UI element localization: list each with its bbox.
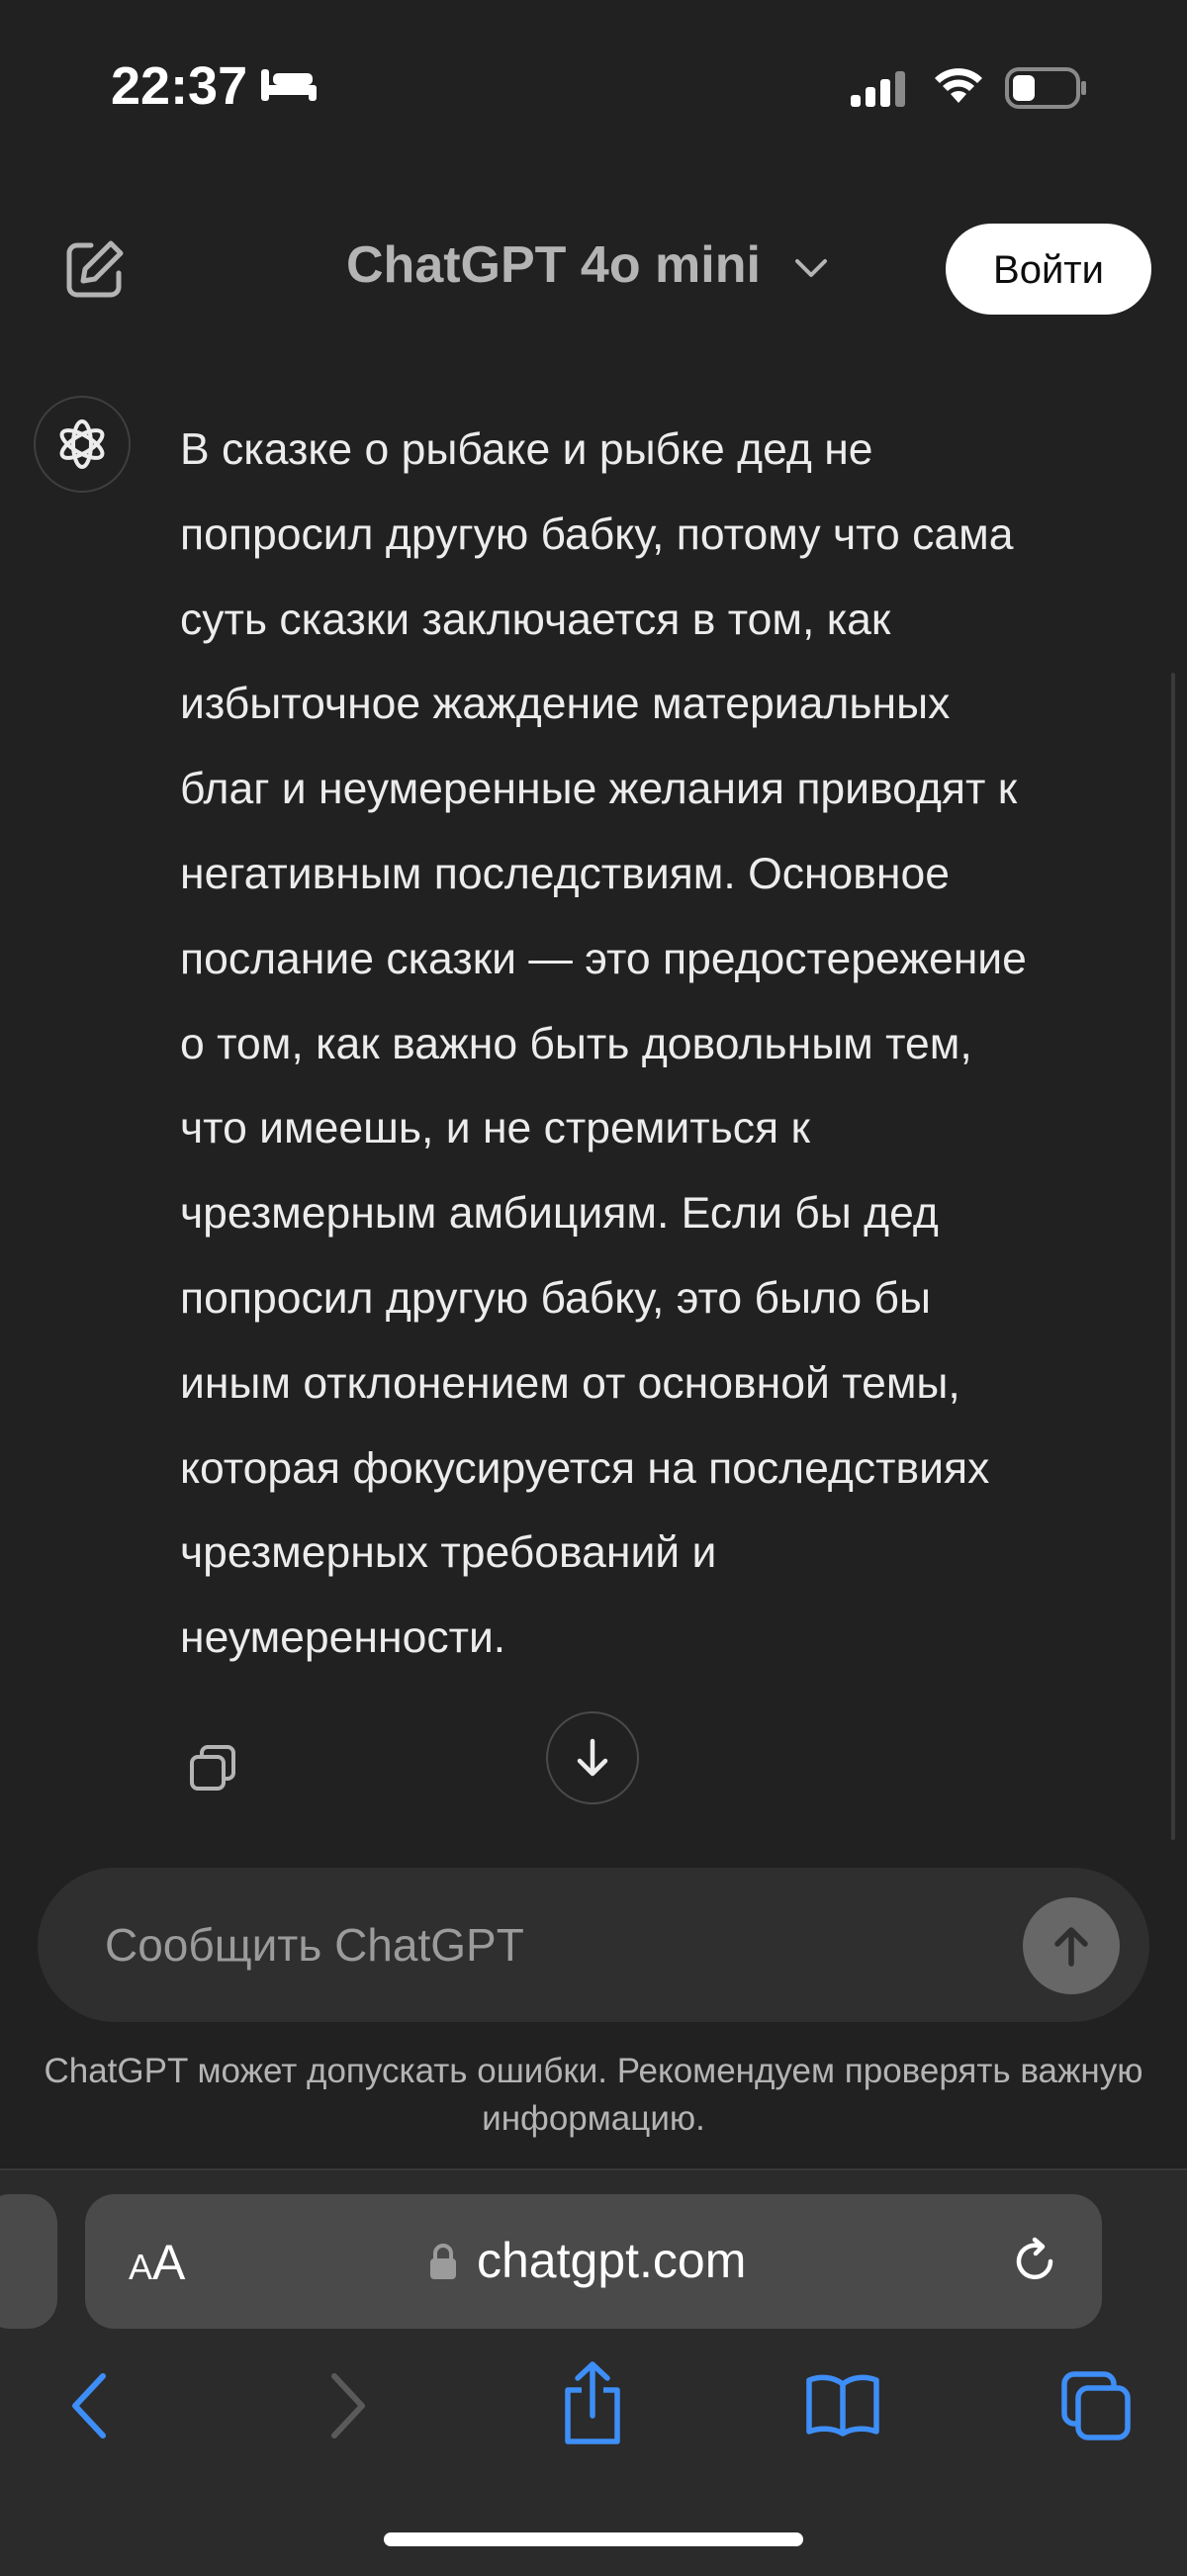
- battery-icon: [1005, 67, 1088, 116]
- share-icon[interactable]: [560, 2360, 625, 2452]
- wifi-icon: [932, 65, 985, 110]
- bed-icon: [259, 65, 319, 110]
- chevron-down-icon[interactable]: [791, 255, 831, 288]
- tabs-icon[interactable]: [1060, 2370, 1132, 2446]
- model-selector[interactable]: ChatGPT 4o mini: [346, 235, 761, 295]
- reader-options-button[interactable]: AA: [129, 2234, 185, 2291]
- home-indicator: [384, 2532, 803, 2546]
- scrollbar[interactable]: [1171, 673, 1175, 1840]
- assistant-message: В сказке о рыбаке и рыбке дед не попроси…: [180, 425, 1027, 1663]
- lock-icon: [427, 2242, 459, 2286]
- aa-big-letter: A: [152, 2235, 186, 2290]
- login-button[interactable]: Войти: [946, 224, 1151, 315]
- signal-icon: [851, 69, 910, 114]
- assistant-avatar: [34, 396, 131, 493]
- status-time: 22:37: [111, 56, 248, 116]
- scroll-down-button[interactable]: [546, 1711, 639, 1804]
- new-chat-icon[interactable]: [63, 237, 127, 306]
- aa-small-letter: A: [129, 2247, 153, 2287]
- url-text[interactable]: chatgpt.com: [477, 2232, 746, 2289]
- previous-tab-card[interactable]: [0, 2194, 57, 2329]
- send-button[interactable]: [1023, 1897, 1120, 1994]
- bookmarks-icon[interactable]: [805, 2370, 880, 2442]
- back-icon[interactable]: [65, 2370, 115, 2446]
- arrow-up-icon: [1054, 1927, 1088, 1967]
- arrow-down-icon: [577, 1738, 608, 1777]
- reload-icon[interactable]: [1007, 2234, 1062, 2294]
- message-input[interactable]: [103, 1909, 977, 1980]
- openai-logo-icon: [59, 419, 105, 469]
- disclaimer: ChatGPT может допускать ошибки. Рекоменд…: [44, 2052, 1143, 2138]
- forward-icon[interactable]: [322, 2370, 372, 2446]
- copy-icon[interactable]: [188, 1743, 237, 1797]
